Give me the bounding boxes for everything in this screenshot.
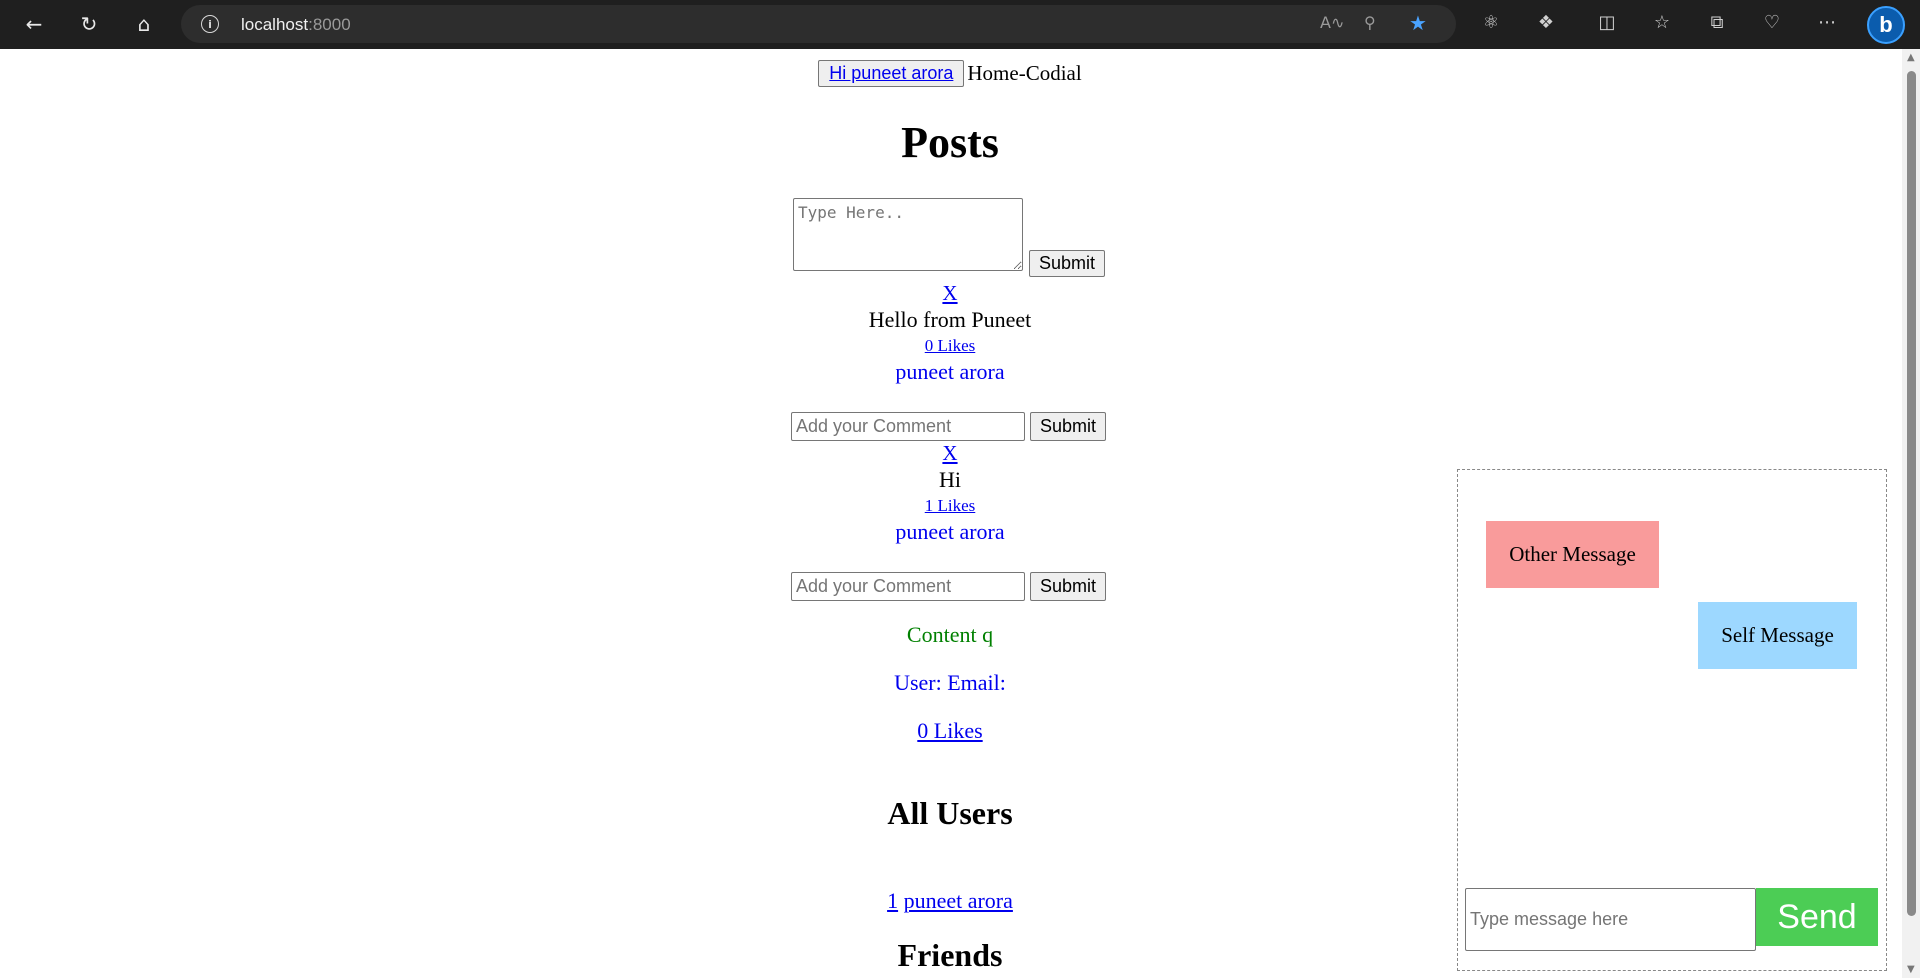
- collections-icon[interactable]: ⧉: [1704, 12, 1730, 33]
- page-content: Hi puneet aroraHome-Codial Posts Submit …: [0, 49, 1902, 978]
- split-screen-icon[interactable]: ◫: [1594, 12, 1620, 33]
- back-icon[interactable]: ←: [20, 10, 48, 38]
- delete-post-link: X: [942, 441, 958, 465]
- comment-input[interactable]: [791, 412, 1025, 441]
- other-message: Other Message: [1486, 521, 1659, 588]
- browser-toolbar: ← ↻ ⌂ i localhost:8000 A∿ ⚲ ★ ⚛ ❖ ◫ ☆ ⧉ …: [0, 0, 1920, 49]
- browser-essentials-icon[interactable]: ♡: [1759, 12, 1785, 33]
- new-post-form: Submit: [793, 198, 1106, 277]
- url-text[interactable]: localhost:8000: [241, 15, 351, 35]
- post-textarea[interactable]: [793, 198, 1023, 271]
- post-author: puneet arora: [895, 359, 1005, 384]
- site-info-icon[interactable]: i: [201, 15, 219, 33]
- self-message: Self Message: [1698, 602, 1857, 669]
- chat-message-input[interactable]: [1465, 888, 1756, 951]
- home-icon[interactable]: ⌂: [130, 10, 158, 38]
- comment-form: Submit: [791, 412, 1107, 441]
- react-devtools-icon[interactable]: ⚛: [1478, 12, 1504, 33]
- comment-submit-button[interactable]: Submit: [1030, 572, 1107, 601]
- posts-heading: Posts: [901, 118, 999, 167]
- address-bar[interactable]: i localhost:8000 A∿ ⚲ ★: [181, 5, 1456, 43]
- chat-box: Other Message Self Message Send: [1457, 469, 1887, 971]
- vertical-scrollbar[interactable]: ▲ ▼: [1902, 49, 1920, 978]
- scroll-up-icon[interactable]: ▲: [1907, 52, 1915, 63]
- bing-copilot-icon[interactable]: b: [1867, 6, 1905, 44]
- favorites-icon[interactable]: ☆: [1649, 12, 1675, 33]
- zoom-icon[interactable]: ⚲: [1364, 13, 1376, 32]
- extensions-icon[interactable]: ❖: [1533, 12, 1559, 33]
- comment-submit-button[interactable]: Submit: [1030, 412, 1107, 441]
- delete-post-link: X: [942, 281, 958, 305]
- comment-input[interactable]: [791, 572, 1025, 601]
- post-submit-button[interactable]: Submit: [1029, 250, 1106, 277]
- profile-link[interactable]: Hi puneet arora: [818, 59, 965, 87]
- scrollbar-thumb[interactable]: [1907, 71, 1916, 916]
- favorite-star-icon[interactable]: ★: [1409, 11, 1427, 35]
- reload-icon[interactable]: ↻: [75, 10, 103, 38]
- read-aloud-icon[interactable]: A∿: [1320, 13, 1344, 32]
- brand-title: Home-Codial: [967, 60, 1082, 85]
- post-content: Hello from Puneet: [868, 307, 1032, 332]
- send-button[interactable]: Send: [1756, 888, 1878, 946]
- scroll-down-icon[interactable]: ▼: [1907, 964, 1915, 975]
- more-menu-icon[interactable]: ⋯: [1814, 12, 1840, 33]
- top-nav: Hi puneet arora Home-Codial: [0, 59, 1900, 87]
- post-likes: 0 Likes: [924, 336, 976, 355]
- comment-form: Submit: [791, 572, 1107, 601]
